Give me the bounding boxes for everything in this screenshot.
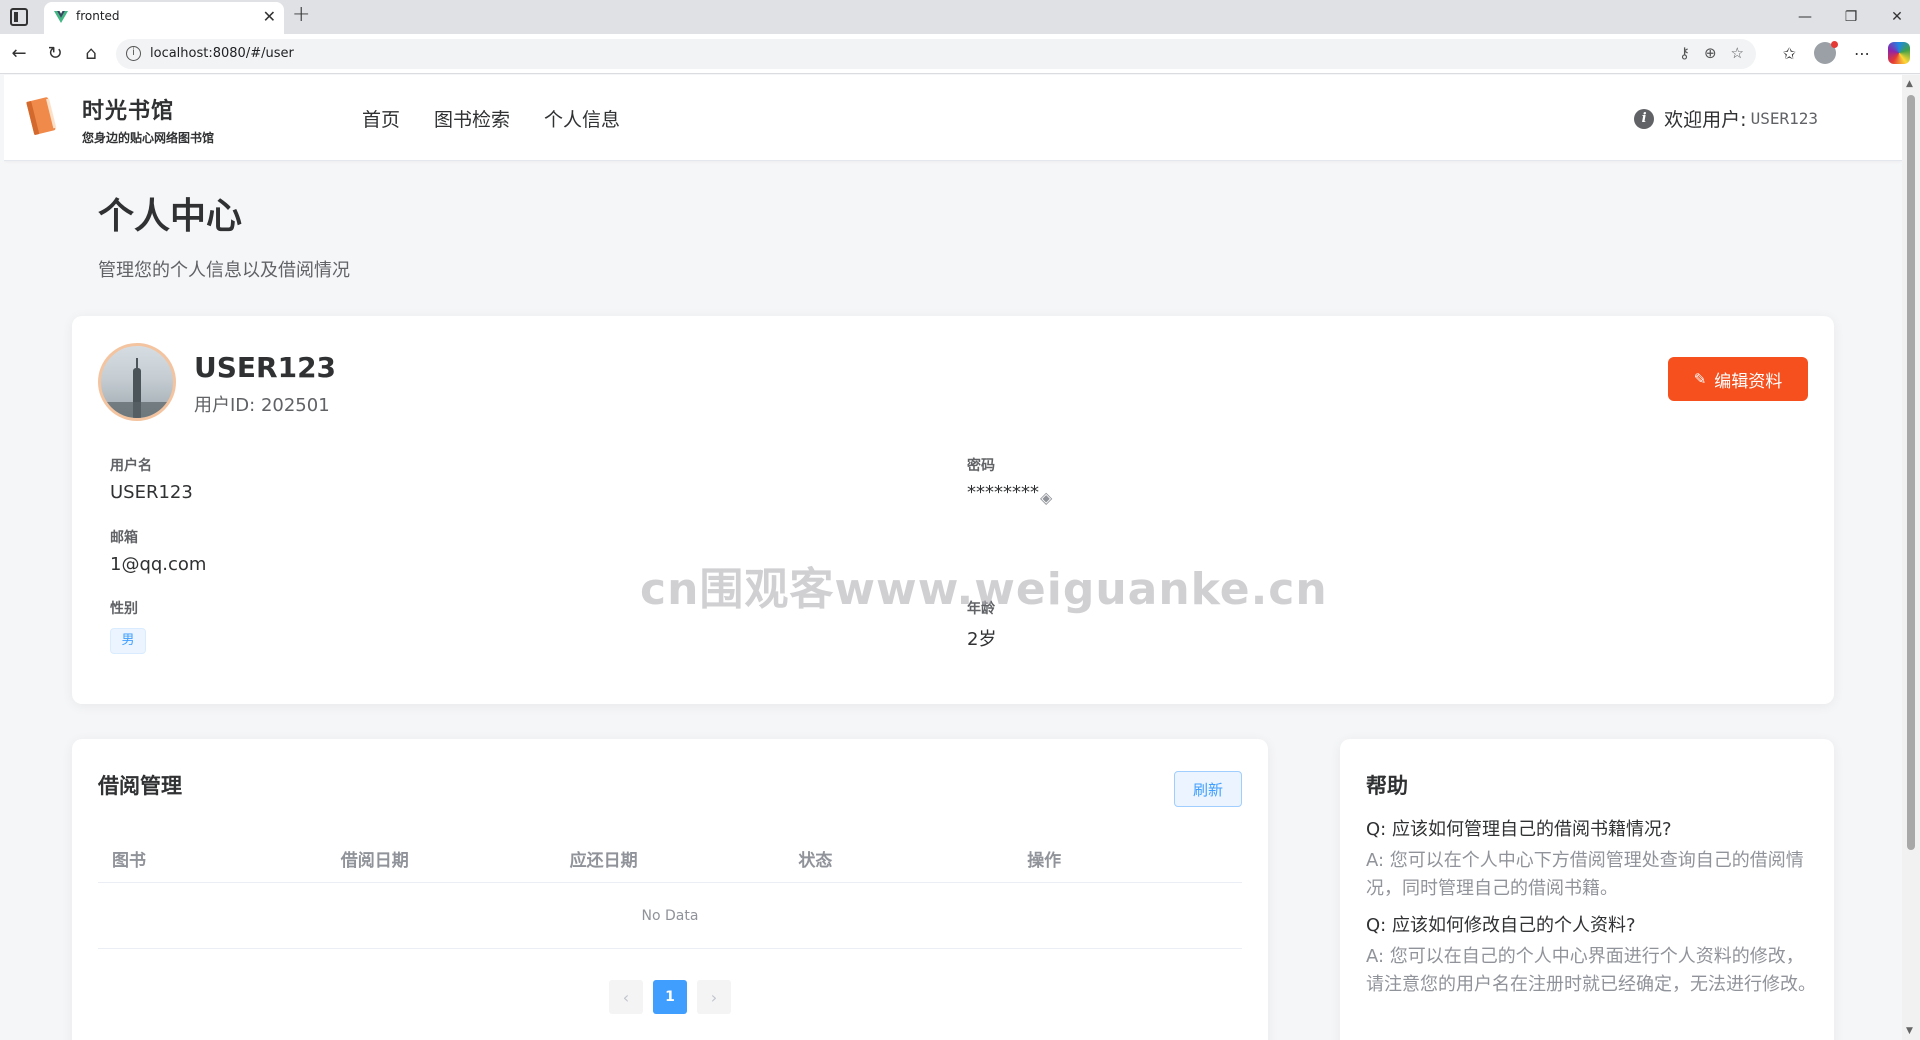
edit-profile-button[interactable]: ✎ 编辑资料 [1668,357,1808,401]
close-window-icon[interactable]: ✕ [1874,0,1920,34]
tab-title: fronted [76,9,120,23]
page-1-button[interactable]: 1 [653,980,687,1014]
site-subtitle: 您身边的贴心网络图书馆 [82,131,215,145]
scroll-up-icon[interactable]: ▲ [1906,79,1913,89]
address-toolbar: ← ↻ ⌂ i localhost:8080/#/user ⚷ ⊕ ☆ ✩ ⋯ [0,34,1920,74]
password-value: ******** [967,482,1039,503]
user-avatar [98,343,176,421]
more-options-icon[interactable]: ⋯ [1854,44,1870,63]
username-value: USER123 [110,482,193,503]
tab-actions-icon[interactable] [10,8,28,26]
book-logo-icon [26,97,57,135]
gender-tag: 男 [110,628,146,654]
col-status[interactable]: 状态 [784,846,1013,871]
password-label: 密码 [967,458,995,474]
nav-personal-info[interactable]: 个人信息 [544,105,620,132]
pagination: ‹ 1 › [609,980,731,1014]
home-icon[interactable]: ⌂ [80,43,102,64]
username-label: 用户名 [110,458,152,474]
vue-logo-icon [54,11,68,23]
edit-icon: ✎ [1693,370,1707,388]
show-password-eye-icon[interactable]: ◈ [1040,488,1052,507]
address-bar[interactable]: i localhost:8080/#/user ⚷ ⊕ ☆ [116,39,1756,69]
nav-book-search[interactable]: 图书检索 [434,105,510,132]
favorite-star-icon[interactable]: ☆ [1731,44,1744,62]
refresh-button[interactable]: 刷新 [1174,771,1242,807]
profile-name: USER123 [194,351,337,384]
window-controls: — ❐ ✕ [1782,0,1920,34]
age-value: 2岁 [967,629,997,650]
favorites-icon[interactable]: ✩ [1783,44,1796,63]
page-title: 个人中心 [98,196,243,237]
back-icon[interactable]: ← [8,43,30,64]
borrow-table: 图书 借阅日期 应还日期 状态 操作 No Data [98,835,1242,949]
col-borrow-date[interactable]: 借阅日期 [327,846,556,871]
welcome-username: USER123 [1750,109,1818,128]
gender-label: 性别 [110,601,138,617]
page-viewport: 时光书馆 您身边的贴心网络图书馆 首页 图书检索 个人信息 i 欢迎用户: US… [4,75,1902,1040]
restore-icon[interactable]: ❐ [1828,0,1874,34]
browser-tabbar: fronted ✕ + — ❐ ✕ [0,0,1920,34]
help-card: 帮助 Q: 应该如何管理自己的借阅书籍情况? A: 您可以在个人中心下方借阅管理… [1340,739,1834,1040]
site-title: 时光书馆 [82,99,175,124]
scroll-down-icon[interactable]: ▼ [1906,1026,1913,1036]
table-empty-text: No Data [98,883,1242,949]
next-page-button[interactable]: › [697,980,731,1014]
help-title: 帮助 [1366,774,1408,798]
welcome-user[interactable]: i 欢迎用户: USER123 [1634,105,1818,132]
browser-tab[interactable]: fronted ✕ [44,2,284,34]
borrow-title: 借阅管理 [98,774,182,798]
close-tab-icon[interactable]: ✕ [263,7,276,26]
table-header-row: 图书 借阅日期 应还日期 状态 操作 [98,835,1242,883]
help-question-2: Q: 应该如何修改自己的个人资料? [1366,915,1636,936]
copilot-icon[interactable] [1888,42,1910,64]
url-text[interactable]: localhost:8080/#/user [150,46,294,61]
minimize-icon[interactable]: — [1782,0,1828,34]
email-label: 邮箱 [110,530,138,546]
site-header: 时光书馆 您身边的贴心网络图书馆 首页 图书检索 个人信息 i 欢迎用户: US… [4,75,1902,161]
new-tab-icon[interactable]: + [292,2,310,27]
col-book[interactable]: 图书 [98,846,327,871]
help-answer-1: A: 您可以在个人中心下方借阅管理处查询自己的借阅情况，同时管理自己的借阅书籍。 [1366,850,1804,899]
nav-home[interactable]: 首页 [362,105,400,132]
help-answer-2: A: 您可以在自己的个人中心界面进行个人资料的修改，请注意您的用户名在注册时就已… [1366,946,1816,995]
col-actions[interactable]: 操作 [1013,846,1242,871]
info-icon: i [1634,108,1655,129]
scrollbar-thumb[interactable] [1907,95,1915,850]
avatar-ground-shape [101,402,173,418]
profile-user-id: 用户ID: 202501 [194,395,330,416]
key-icon[interactable]: ⚷ [1679,44,1690,62]
page-scrollbar[interactable]: ▲ ▼ [1902,75,1920,1040]
page-subtitle: 管理您的个人信息以及借阅情况 [98,260,350,281]
watermark-text: cn围观客www.weiguanke.cn [640,564,1328,615]
zoom-icon[interactable]: ⊕ [1704,44,1717,62]
main-nav: 首页 图书检索 个人信息 [362,105,620,132]
profile-card: USER123 用户ID: 202501 ✎ 编辑资料 用户名 USER123 … [72,316,1834,704]
help-question-1: Q: 应该如何管理自己的借阅书籍情况? [1366,819,1672,840]
site-info-icon[interactable]: i [126,46,141,61]
borrow-management-card: 借阅管理 刷新 图书 借阅日期 应还日期 状态 操作 No Data ‹ 1 › [72,739,1268,1040]
col-due-date[interactable]: 应还日期 [556,846,785,871]
welcome-label: 欢迎用户: [1664,109,1747,131]
reload-icon[interactable]: ↻ [44,43,66,64]
prev-page-button[interactable]: ‹ [609,980,643,1014]
edit-profile-label: 编辑资料 [1714,371,1783,392]
email-value: 1@qq.com [110,554,207,575]
profile-avatar-icon[interactable] [1814,41,1838,64]
